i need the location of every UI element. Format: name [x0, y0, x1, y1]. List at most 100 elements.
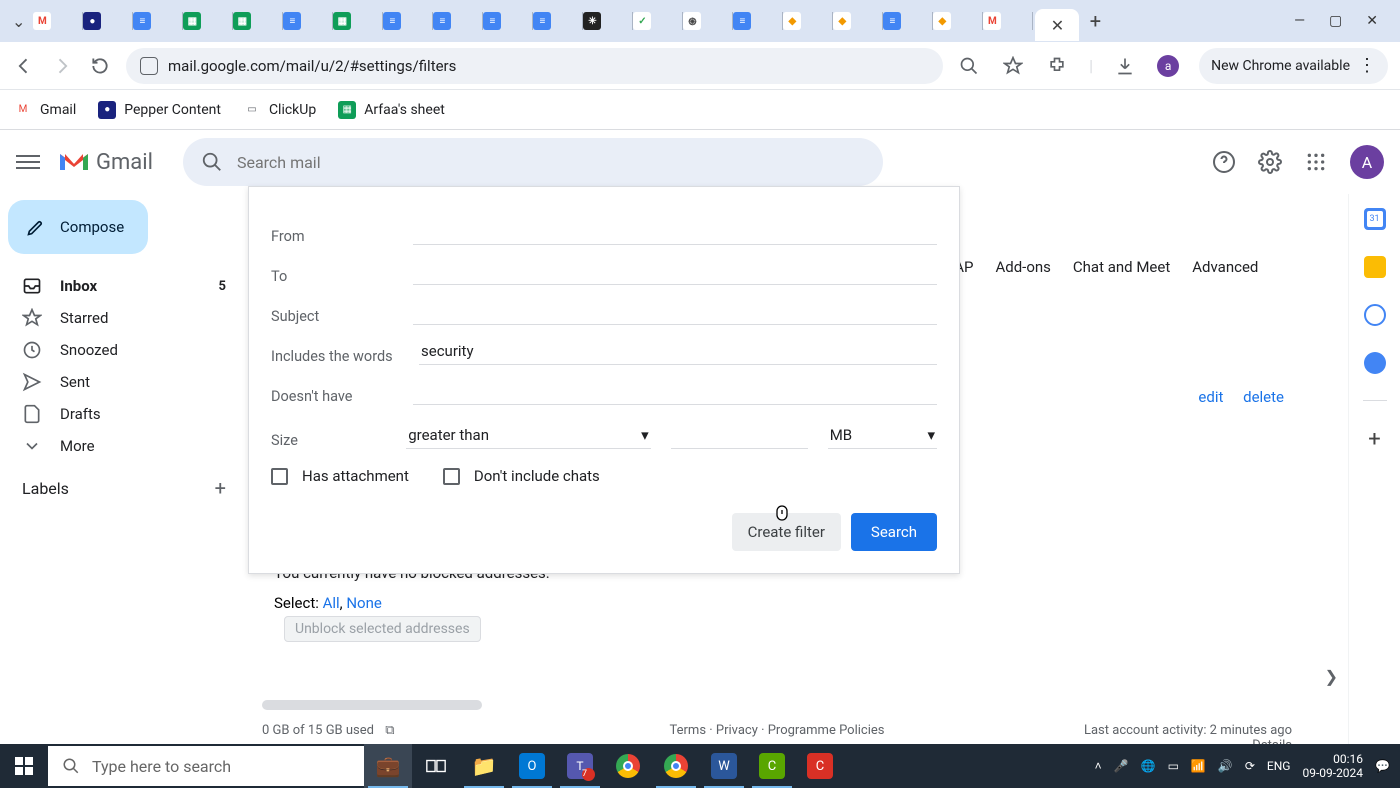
taskbar-app-camtasia-rec[interactable]: C — [796, 744, 844, 788]
add-label-icon[interactable]: + — [215, 476, 226, 500]
support-icon[interactable] — [1212, 150, 1236, 174]
create-filter-button[interactable]: Create filter — [732, 513, 841, 551]
tasks-icon[interactable] — [1364, 304, 1386, 326]
window-minimize[interactable]: — — [1294, 13, 1305, 29]
settings-tab[interactable]: Chat and Meet — [1073, 258, 1170, 276]
site-info-icon[interactable] — [140, 57, 158, 75]
tray-wifi-icon[interactable]: 📶 — [1191, 759, 1206, 773]
start-button[interactable] — [0, 744, 48, 788]
horizontal-scrollbar[interactable] — [262, 700, 482, 710]
sidepanel-expand-icon[interactable]: ❯ — [1325, 667, 1338, 686]
doesnt-have-input[interactable] — [413, 378, 937, 405]
has-attachment-checkbox[interactable]: Has attachment — [271, 467, 409, 485]
dont-include-chats-checkbox[interactable]: Don't include chats — [443, 467, 600, 485]
contacts-icon[interactable] — [1364, 352, 1386, 374]
search-button[interactable]: Search — [851, 513, 937, 551]
browser-tab[interactable]: ≡ — [533, 7, 583, 35]
bookmark-item[interactable]: ▦Arfaa's sheet — [338, 101, 445, 119]
back-button[interactable] — [12, 54, 36, 78]
browser-tab[interactable]: ≡ — [133, 7, 183, 35]
taskbar-app-word[interactable]: W — [700, 744, 748, 788]
active-tab[interactable]: ✕ — [1035, 9, 1079, 41]
address-bar[interactable]: mail.google.com/mail/u/2/#settings/filte… — [126, 48, 943, 84]
taskbar-app-taskview[interactable] — [412, 744, 460, 788]
close-icon[interactable]: ✕ — [1051, 16, 1064, 35]
sidebar-item-inbox[interactable]: Inbox5 — [8, 270, 240, 302]
delete-link[interactable]: delete — [1243, 388, 1284, 406]
size-operator-select[interactable]: greater than▾ — [406, 422, 650, 449]
add-addon-icon[interactable]: + — [1368, 427, 1380, 452]
edit-link[interactable]: edit — [1198, 388, 1223, 406]
calendar-icon[interactable]: 31 — [1364, 208, 1386, 230]
taskbar-app-outlook[interactable]: O — [508, 744, 556, 788]
taskbar-app-briefcase[interactable]: 💼 — [364, 744, 412, 788]
sidebar-item-starred[interactable]: Starred — [8, 302, 240, 334]
tray-battery-icon[interactable]: ▭ — [1168, 759, 1179, 773]
settings-tab[interactable]: Add-ons — [995, 258, 1050, 276]
tray-mic-icon[interactable]: 🎤 — [1114, 759, 1129, 773]
to-input[interactable] — [413, 258, 937, 285]
includes-input[interactable] — [419, 338, 937, 365]
browser-tab[interactable]: ≡ — [733, 7, 783, 35]
browser-tab[interactable]: M — [983, 7, 1033, 35]
taskbar-app-camtasia[interactable]: C — [748, 744, 796, 788]
sidebar-item-drafts[interactable]: Drafts — [8, 398, 240, 430]
browser-tab[interactable]: ≡ — [383, 7, 433, 35]
taskbar-search[interactable]: Type here to search — [48, 746, 364, 786]
extensions-icon[interactable] — [1045, 54, 1069, 78]
browser-tab[interactable]: ≡ — [433, 7, 483, 35]
taskbar-app-teams[interactable]: T7 — [556, 744, 604, 788]
tabs-overflow-icon[interactable]: ⌄ — [6, 12, 31, 31]
browser-tab[interactable]: M — [33, 7, 83, 35]
browser-tab[interactable]: ֍ — [683, 7, 733, 35]
settings-gear-icon[interactable] — [1258, 150, 1282, 174]
window-maximize[interactable]: ▢ — [1329, 13, 1342, 29]
browser-tab[interactable]: ≡ — [883, 7, 933, 35]
open-storage-icon[interactable]: ⧉ — [385, 723, 394, 738]
tray-overflow-icon[interactable]: ˄ — [1095, 759, 1102, 773]
select-none-link[interactable]: None — [346, 594, 382, 612]
browser-tab[interactable]: ≡ — [283, 7, 333, 35]
tray-sync-icon[interactable]: ⟳ — [1245, 759, 1255, 773]
window-close[interactable]: ✕ — [1366, 13, 1378, 29]
tray-globe-icon[interactable]: 🌐 — [1141, 759, 1156, 773]
browser-tab[interactable]: ◆ — [783, 7, 833, 35]
new-tab-button[interactable]: + — [1081, 9, 1109, 33]
bookmark-item[interactable]: ●Pepper Content — [98, 101, 221, 119]
select-all-link[interactable]: All — [323, 594, 340, 612]
taskbar-app-chrome-2[interactable] — [652, 744, 700, 788]
search-mail[interactable] — [183, 138, 883, 186]
new-chrome-button[interactable]: New Chrome available⋮ — [1199, 48, 1388, 84]
taskbar-clock[interactable]: 00:16 09-09-2024 — [1302, 752, 1363, 781]
settings-tab[interactable]: Advanced — [1192, 258, 1258, 276]
gmail-logo[interactable]: Gmail — [58, 150, 153, 175]
sidebar-item-sent[interactable]: Sent — [8, 366, 240, 398]
tray-language[interactable]: ENG — [1267, 759, 1291, 773]
account-avatar[interactable]: A — [1350, 145, 1384, 179]
compose-button[interactable]: Compose — [8, 200, 148, 254]
bookmark-item[interactable]: ▭ClickUp — [243, 101, 316, 119]
size-unit-select[interactable]: MB▾ — [828, 422, 937, 449]
zoom-icon[interactable] — [957, 54, 981, 78]
browser-tab[interactable]: ≡ — [483, 7, 533, 35]
tray-volume-icon[interactable]: 🔊 — [1218, 759, 1233, 773]
main-menu-button[interactable] — [16, 150, 40, 174]
footer-links[interactable]: Terms · Privacy · Programme Policies — [670, 723, 885, 738]
browser-tab[interactable]: ▦ — [333, 7, 383, 35]
taskbar-app-chrome[interactable] — [604, 744, 652, 788]
browser-tab[interactable]: ◆ — [833, 7, 883, 35]
browser-tab[interactable]: ● — [83, 7, 133, 35]
taskbar-app-explorer[interactable]: 📁 — [460, 744, 508, 788]
bookmark-item[interactable]: MGmail — [14, 101, 76, 119]
sidebar-item-snoozed[interactable]: Snoozed — [8, 334, 240, 366]
from-input[interactable] — [413, 218, 937, 245]
system-tray[interactable]: ˄ 🎤 🌐 ▭ 📶 🔊 ⟳ ENG 00:16 09-09-2024 💬 — [1095, 752, 1400, 781]
forward-button[interactable] — [50, 54, 74, 78]
downloads-icon[interactable] — [1113, 54, 1137, 78]
profile-avatar-small[interactable]: a — [1157, 55, 1179, 77]
size-value-input[interactable] — [671, 440, 808, 449]
search-input[interactable] — [237, 153, 865, 172]
browser-tab[interactable]: ▦ — [233, 7, 283, 35]
browser-tab[interactable]: ▦ — [183, 7, 233, 35]
sidebar-item-more[interactable]: More — [8, 430, 240, 462]
